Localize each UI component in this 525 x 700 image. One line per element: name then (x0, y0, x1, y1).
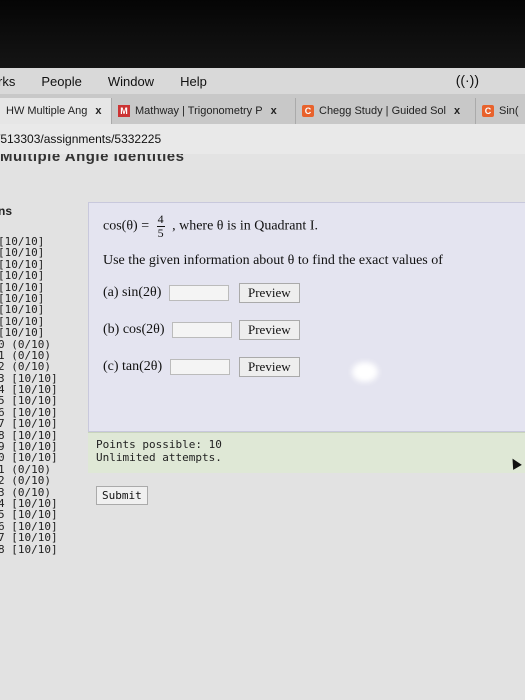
tab-label: HW Multiple Ang (6, 105, 88, 117)
tab-sin[interactable]: C Sin( (476, 98, 525, 124)
mathway-favicon-icon: M (118, 105, 130, 117)
screen-glare (352, 362, 378, 382)
menu-item-people[interactable]: People (41, 74, 81, 89)
monitor-bezel (0, 0, 525, 68)
url-text: /513303/assignments/5332225 (0, 132, 162, 146)
menu-item-help[interactable]: Help (180, 74, 207, 89)
tab-label: Chegg Study | Guided Sol (319, 105, 446, 117)
chegg-favicon-icon: C (482, 105, 494, 117)
os-menubar: rks People Window Help ((·)) (0, 68, 525, 94)
chegg-favicon-icon: C (302, 105, 314, 117)
part-b: (b) cos(2θ) (103, 322, 233, 338)
answer-input-a[interactable] (168, 285, 229, 301)
part-a: (a) sin(2θ) (103, 285, 229, 301)
part-a-label: (a) sin(2θ) (103, 285, 162, 301)
question-score: [10/10] (11, 542, 58, 556)
preview-button-b[interactable]: Preview (239, 320, 300, 340)
part-c-label: (c) tan(2θ) (103, 359, 163, 375)
answer-input-c[interactable] (169, 359, 230, 375)
menu-item-works[interactable]: rks (0, 74, 15, 89)
fraction: 4 5 (156, 212, 165, 240)
close-icon[interactable]: x (454, 105, 460, 117)
tab-mathway[interactable]: M Mathway | Trigonometry P x (112, 98, 296, 124)
page-header: Multiple Angle Identities (0, 154, 525, 170)
menu-item-window[interactable]: Window (108, 74, 154, 89)
sidebar-header: ns (0, 204, 13, 218)
preview-button-c[interactable]: Preview (239, 357, 300, 377)
instruction-text: Use the given information about θ to fin… (103, 253, 443, 268)
tab-chegg-study[interactable]: C Chegg Study | Guided Sol x (296, 98, 476, 124)
fraction-denominator: 5 (157, 226, 164, 240)
points-possible: Points possible: 10 (96, 438, 222, 451)
close-icon[interactable]: x (95, 105, 101, 117)
part-c: (c) tan(2θ) (103, 359, 230, 375)
tab-hw-multiple-angle[interactable]: HW Multiple Ang x (0, 98, 112, 124)
page-title: Multiple Angle Identities (0, 154, 185, 165)
score-list: [10/10] [10/10] [10/10] [10/10] [10/10] … (0, 236, 58, 555)
close-icon[interactable]: x (271, 105, 277, 117)
wifi-icon[interactable]: ((·)) (456, 72, 479, 88)
tab-label: Mathway | Trigonometry P (135, 105, 263, 117)
answer-input-b[interactable] (172, 322, 233, 338)
given-function: cos(θ) = (103, 218, 150, 234)
assignment-page: ns [10/10] [10/10] [10/10] [10/10] [10/1… (0, 170, 525, 700)
tab-label: Sin( (499, 105, 519, 117)
submit-button[interactable]: Submit (96, 486, 148, 505)
info-box: Points possible: 10 Unlimited attempts. (88, 432, 525, 473)
part-b-label: (b) cos(2θ) (103, 322, 165, 338)
given-condition: , where θ is in Quadrant I. (172, 218, 318, 234)
sidebar-question-item[interactable]: 8 [10/10] (0, 542, 58, 556)
question-box: cos(θ) = 4 5 , where θ is in Quadrant I.… (88, 202, 525, 432)
question-number: 8 (0, 542, 5, 556)
preview-button-a[interactable]: Preview (239, 283, 300, 303)
address-bar[interactable]: /513303/assignments/5332225 (0, 124, 525, 154)
given-line: cos(θ) = 4 5 , where θ is in Quadrant I. (103, 213, 318, 240)
attempts-info: Unlimited attempts. (96, 451, 222, 464)
browser-tab-bar: HW Multiple Ang x M Mathway | Trigonomet… (0, 94, 525, 124)
fraction-numerator: 4 (156, 212, 165, 227)
